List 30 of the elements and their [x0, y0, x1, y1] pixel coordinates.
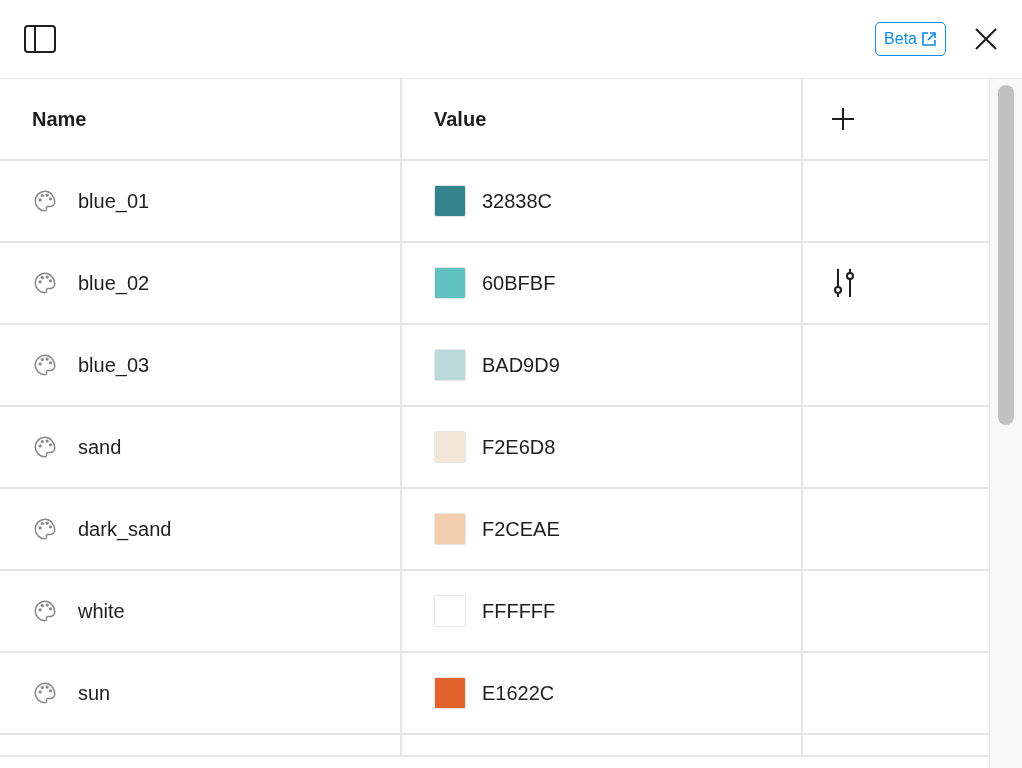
variable-name: blue_02 [78, 271, 150, 297]
sidebar-toggle-icon[interactable] [24, 25, 56, 53]
variable-name: blue_01 [78, 189, 150, 215]
external-link-icon [921, 31, 937, 47]
column-header: Name [32, 107, 87, 132]
beta-link[interactable]: Beta [875, 22, 946, 56]
variable-name: white [78, 599, 125, 624]
palette-icon [32, 680, 58, 706]
palette-icon [32, 188, 58, 214]
sliders-icon[interactable] [831, 268, 857, 298]
hex-value: 60BFBF [482, 271, 556, 296]
palette-icon [32, 270, 58, 296]
variable-name: blue_03 [78, 353, 150, 379]
add-icon[interactable] [831, 107, 855, 131]
hex-value: F2E6D8 [482, 435, 556, 460]
variable-name: sun [78, 681, 111, 706]
hex-value: F2CEAE [482, 517, 560, 542]
hex-value: 32838C [482, 189, 553, 214]
palette-icon [32, 598, 58, 624]
column-header: Value [434, 107, 487, 132]
variable-name: sand [78, 435, 122, 460]
hex-value: FFFFFF [482, 599, 556, 624]
variable-name: dark_sand [78, 517, 172, 543]
scrollbar-thumb[interactable] [998, 85, 1014, 425]
palette-icon [32, 434, 58, 460]
hex-value: E1622C [482, 681, 555, 706]
hex-value: BAD9D9 [482, 353, 560, 378]
palette-icon [32, 516, 58, 542]
close-icon[interactable] [974, 27, 998, 51]
palette-icon [32, 352, 58, 378]
